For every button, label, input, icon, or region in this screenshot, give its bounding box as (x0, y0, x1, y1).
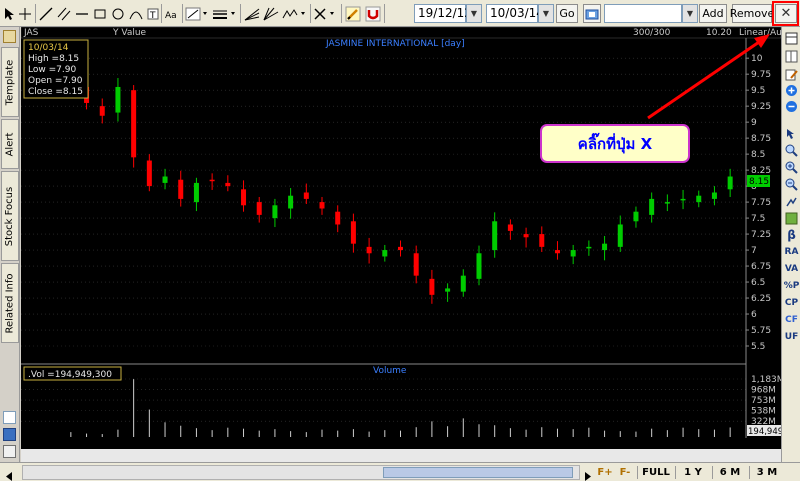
instruction-callout: คลิ๊กที่ปุ่ม X (540, 124, 690, 163)
annotation-arrow (647, 34, 770, 120)
app-window: T Aa 19/12/12 ▼ 10/03/14 ▼ Go ▼ Add Remo… (0, 0, 800, 481)
